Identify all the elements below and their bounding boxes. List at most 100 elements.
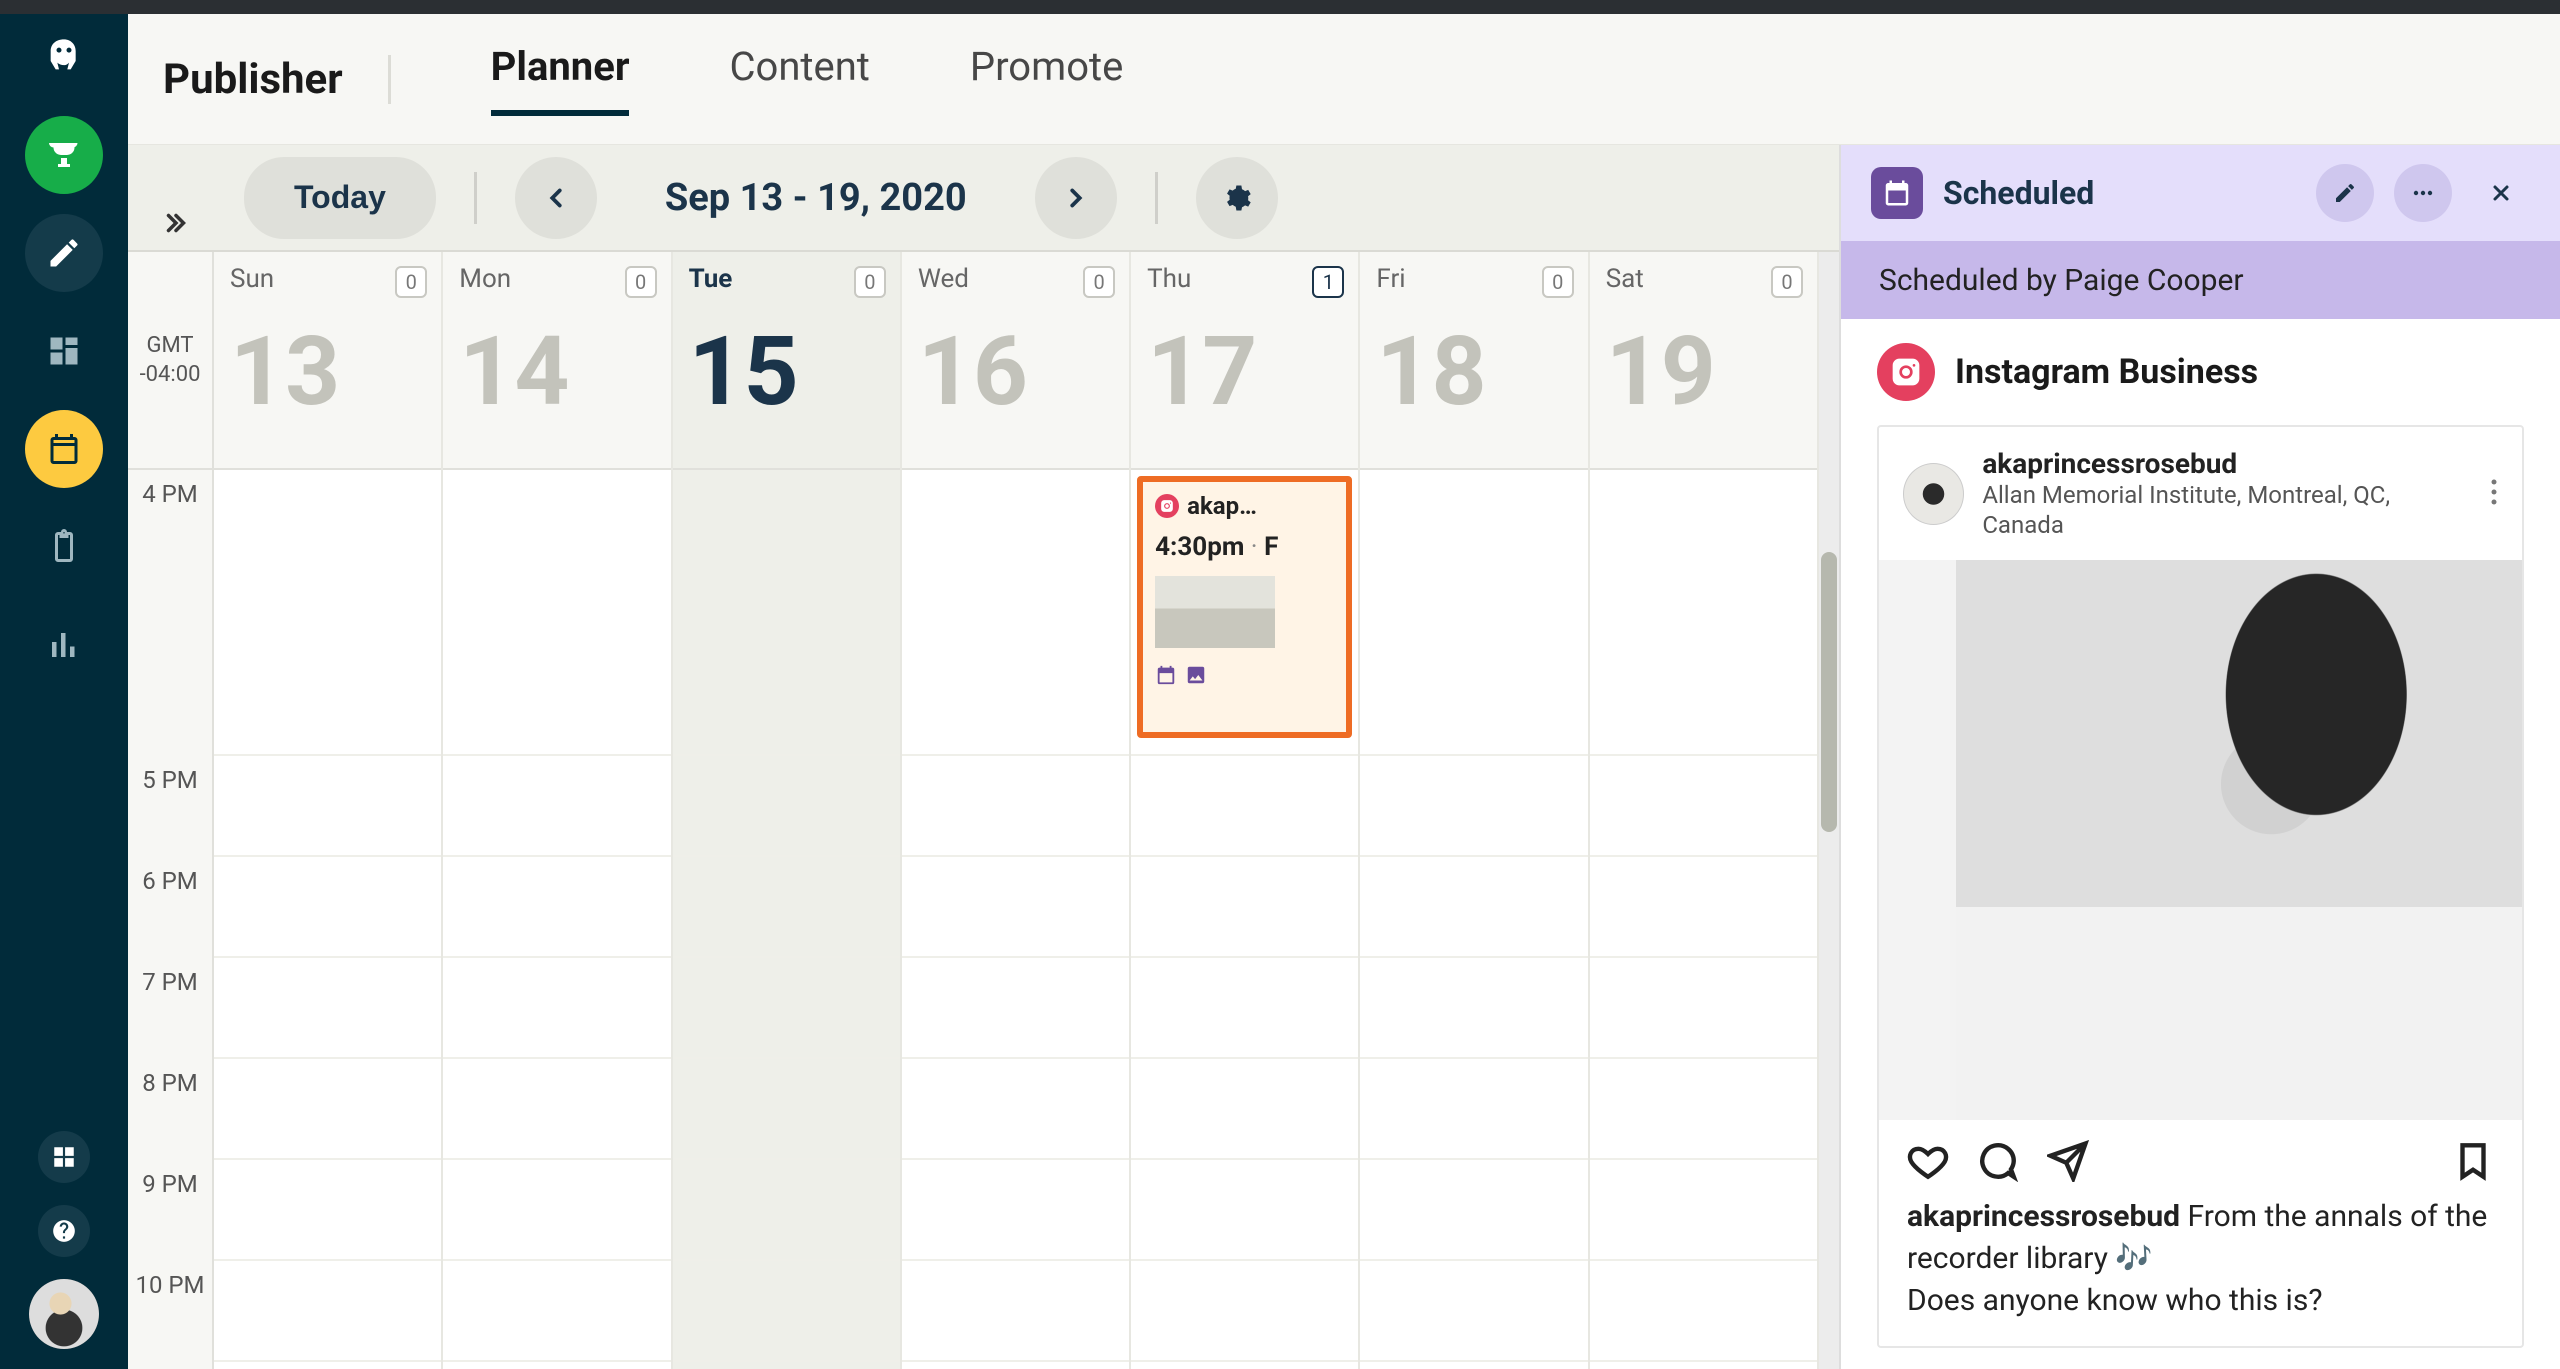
hour-slot[interactable]: [1360, 1059, 1587, 1160]
hour-slot[interactable]: [902, 1059, 1129, 1160]
more-button[interactable]: [2394, 164, 2452, 222]
sidebar-trophy[interactable]: [25, 116, 103, 194]
hour-slot[interactable]: [214, 1059, 441, 1160]
hour-slot[interactable]: [1360, 1160, 1587, 1261]
ig-more-icon[interactable]: [2490, 477, 2498, 511]
ig-caption-l2: Does anyone know who this is?: [1907, 1283, 2323, 1318]
day-count-badge: 0: [1542, 266, 1574, 298]
hour-slot[interactable]: [443, 958, 670, 1059]
hour-slot[interactable]: [673, 1160, 900, 1261]
edit-button[interactable]: [2316, 164, 2374, 222]
sidebar-help-icon[interactable]: [38, 1205, 90, 1257]
tab-planner[interactable]: Planner: [491, 43, 630, 116]
image-icon: [1185, 664, 1207, 686]
hour-slot[interactable]: [443, 857, 670, 958]
panel-header: Scheduled: [1841, 145, 2560, 241]
comment-icon[interactable]: [1977, 1140, 2019, 1182]
hour-slot[interactable]: [1590, 1261, 1817, 1362]
bookmark-icon[interactable]: [2452, 1140, 2494, 1182]
day-header[interactable]: Mon 14 0: [443, 252, 670, 470]
hour-slot[interactable]: [443, 1160, 670, 1261]
hour-slot[interactable]: [1590, 1059, 1817, 1160]
sidebar-clipboard[interactable]: [25, 508, 103, 586]
hour-slot[interactable]: [673, 958, 900, 1059]
hour-slot[interactable]: [443, 1261, 670, 1362]
hour-slot[interactable]: [1131, 1160, 1358, 1261]
time-gutter: GMT -04:00 4 PM 5 PM 6 PM 7 PM 8 PM 9 PM…: [128, 252, 214, 1369]
hour-slot[interactable]: [902, 958, 1129, 1059]
hour-slot[interactable]: [673, 1059, 900, 1160]
send-icon[interactable]: [2047, 1140, 2089, 1182]
tab-promote[interactable]: Promote: [970, 43, 1123, 116]
day-header[interactable]: Fri 18 0: [1360, 252, 1587, 470]
close-button[interactable]: [2472, 164, 2530, 222]
hour-slot[interactable]: akap… 4:30pm · F: [1131, 470, 1358, 756]
calendar-settings-button[interactable]: [1196, 157, 1278, 239]
expand-sidebar-button[interactable]: [148, 195, 204, 251]
hour-slot[interactable]: [673, 857, 900, 958]
next-week-button[interactable]: [1035, 157, 1117, 239]
hour-slot[interactable]: [673, 756, 900, 857]
hour-slot[interactable]: [214, 1261, 441, 1362]
hour-slot[interactable]: [902, 756, 1129, 857]
prev-week-button[interactable]: [515, 157, 597, 239]
hour-slot[interactable]: [1360, 470, 1587, 756]
hour-slot[interactable]: [1131, 756, 1358, 857]
day-header[interactable]: Wed 16 0: [902, 252, 1129, 470]
hour-slot[interactable]: [1590, 1160, 1817, 1261]
event-icons: [1155, 664, 1334, 686]
sidebar-apps-icon[interactable]: [38, 1131, 90, 1183]
hour-slot[interactable]: [214, 756, 441, 857]
sidebar-analytics[interactable]: [25, 606, 103, 684]
sidebar-publisher[interactable]: [25, 410, 103, 488]
day-header[interactable]: Sat 19 0: [1590, 252, 1817, 470]
hour-slot[interactable]: [1590, 470, 1817, 756]
hour-slot[interactable]: [1590, 958, 1817, 1059]
scrollbar-thumb[interactable]: [1821, 552, 1837, 832]
hour-slot[interactable]: [902, 1160, 1129, 1261]
event-account-name: akap…: [1187, 492, 1334, 520]
hour-slot[interactable]: [1590, 857, 1817, 958]
hour-slot[interactable]: [214, 857, 441, 958]
hour-slot[interactable]: [1131, 958, 1358, 1059]
day-header[interactable]: Sun 13 0: [214, 252, 441, 470]
day-col-wed: Wed 16 0: [902, 252, 1131, 1369]
calendar-scrollbar[interactable]: [1819, 252, 1839, 1369]
today-button[interactable]: Today: [244, 157, 436, 239]
hour-slot[interactable]: [1131, 1261, 1358, 1362]
tab-content[interactable]: Content: [729, 43, 869, 116]
hour-slot[interactable]: [673, 470, 900, 756]
sidebar-streams[interactable]: [25, 312, 103, 390]
hour-slot[interactable]: [902, 857, 1129, 958]
instagram-icon: [1155, 494, 1179, 518]
heart-icon[interactable]: [1907, 1140, 1949, 1182]
ig-location: Allan Memorial Institute, Montreal, QC, …: [1982, 480, 2472, 540]
hour-slot[interactable]: [1131, 857, 1358, 958]
hour-slot[interactable]: [443, 470, 670, 756]
hour-slot[interactable]: [673, 1261, 900, 1362]
day-number: 13: [230, 324, 425, 420]
hour-slot[interactable]: [1131, 1059, 1358, 1160]
day-header[interactable]: Tue 15 0: [673, 252, 900, 470]
hour-slot[interactable]: [1360, 1261, 1587, 1362]
day-number: 18: [1376, 324, 1571, 420]
hour-slot[interactable]: [214, 1160, 441, 1261]
hour-slot[interactable]: [1360, 958, 1587, 1059]
hour-slot[interactable]: [1360, 756, 1587, 857]
right-panel: Scheduled Scheduled by Paige Cooper: [1840, 145, 2560, 1369]
instagram-preview: akaprincessrosebud Allan Memorial Instit…: [1877, 425, 2524, 1348]
user-avatar[interactable]: [29, 1279, 99, 1349]
hour-slot[interactable]: [214, 958, 441, 1059]
hour-slot[interactable]: [902, 1261, 1129, 1362]
hour-slot[interactable]: [214, 470, 441, 756]
hour-slot[interactable]: [1590, 756, 1817, 857]
hour-slot[interactable]: [1360, 857, 1587, 958]
event-card[interactable]: akap… 4:30pm · F: [1137, 476, 1352, 738]
hour-slot[interactable]: [902, 470, 1129, 756]
day-header[interactable]: Thu 17 1: [1131, 252, 1358, 470]
panel-title: Scheduled: [1943, 174, 2296, 212]
hour-slot[interactable]: [443, 756, 670, 857]
divider: [1155, 172, 1158, 224]
hour-slot[interactable]: [443, 1059, 670, 1160]
sidebar-compose[interactable]: [25, 214, 103, 292]
